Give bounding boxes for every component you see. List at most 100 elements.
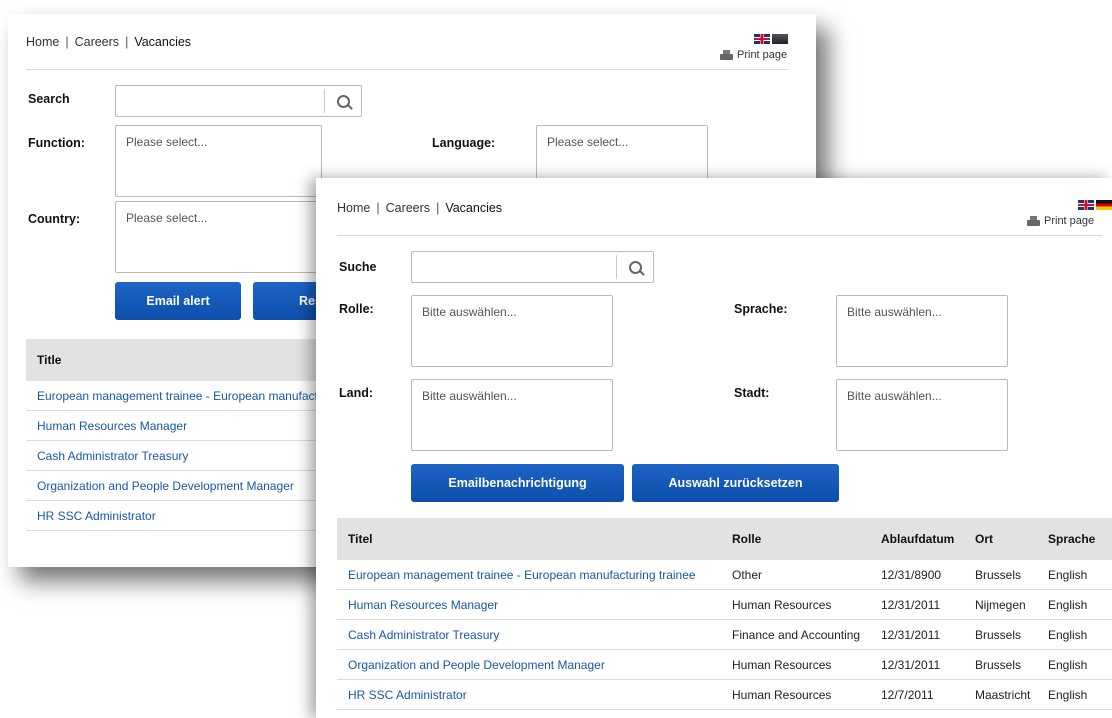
table-row: European management trainee - European m… [337, 560, 1112, 590]
cell-ablaufdatum: 12/31/2011 [881, 657, 941, 672]
vacancy-link[interactable]: HR SSC Administrator [37, 509, 156, 523]
cell-ort: Maastricht [964, 679, 1037, 710]
cell-ablaufdatum: 12/7/2011 [881, 687, 934, 702]
german-flag-icon[interactable] [1096, 200, 1112, 210]
cell-ablaufdatum: 12/31/2011 [881, 597, 941, 612]
vacancy-link[interactable]: Human Resources Manager [348, 598, 498, 612]
rolle-select[interactable]: Bitte auswählen... [411, 295, 613, 367]
column-titel[interactable]: Titel [337, 518, 721, 560]
vacancy-link[interactable]: Organization and People Development Mana… [348, 658, 605, 672]
function-select[interactable]: Please select... [115, 125, 322, 197]
breadcrumb: Home | Careers | Vacancies [26, 35, 192, 49]
vacancy-link[interactable]: Human Resources Manager [37, 419, 187, 433]
cell-rolle: Other [721, 560, 870, 590]
breadcrumb-vacancies: Vacancies [134, 35, 192, 49]
breadcrumb-home[interactable]: Home [337, 201, 370, 215]
email-alert-button[interactable]: Emailbenachrichtigung [411, 464, 624, 502]
breadcrumb-vacancies: Vacancies [445, 201, 503, 215]
cell-rolle: Human Resources [732, 657, 832, 672]
cell-ablaufdatum: 12/31/8900 [881, 567, 942, 582]
print-page-link[interactable]: Print page [1027, 215, 1094, 227]
cell-titel: HR SSC Administrator [337, 679, 721, 710]
vacancy-link[interactable]: Cash Administrator Treasury [348, 628, 499, 642]
cell-sprache: English [1048, 597, 1088, 612]
vacancy-link[interactable]: HR SSC Administrator [348, 688, 467, 702]
language-flag-icon[interactable] [772, 34, 788, 44]
breadcrumb-home[interactable]: Home [26, 35, 59, 49]
print-page-link[interactable]: Print page [720, 49, 787, 61]
cell-sprache: English [1048, 627, 1088, 642]
cell-sprache: English [1048, 687, 1088, 702]
breadcrumb-careers[interactable]: Careers [75, 35, 119, 49]
land-select[interactable]: Bitte auswählen... [411, 379, 613, 451]
cell-ort: Nijmegen [975, 597, 1026, 612]
cell-rolle: Human Resources [721, 589, 870, 620]
reset-selection-button[interactable]: Auswahl zurücksetzen [632, 464, 839, 502]
breadcrumb-careers[interactable]: Careers [386, 201, 430, 215]
cell-ablaufdatum: 12/31/8900 [870, 560, 964, 590]
printer-icon [1027, 216, 1040, 226]
cell-ort: Maastricht [975, 687, 1031, 702]
divider [26, 69, 788, 70]
print-page-label: Print page [737, 49, 788, 61]
cell-titel: European management trainee - European m… [337, 560, 721, 590]
search-icon [628, 260, 642, 274]
stadt-label: Stadt: [734, 386, 770, 400]
uk-flag-icon[interactable] [754, 34, 770, 44]
cell-ort: Brussels [964, 619, 1037, 650]
vacancy-link[interactable]: European management trainee - European m… [348, 568, 696, 582]
vacancy-link[interactable]: Organization and People Development Mana… [37, 479, 294, 493]
cell-sprache: English [1037, 560, 1112, 590]
cell-sprache: English [1037, 649, 1112, 680]
country-select[interactable]: Please select... [115, 201, 322, 273]
search-button[interactable] [324, 89, 361, 113]
sprache-label: Sprache: [734, 302, 788, 316]
cell-ablaufdatum: 12/31/2011 [881, 627, 941, 642]
search-label: Search [28, 92, 70, 106]
cell-ort: Brussels [975, 567, 1022, 582]
table-row: Human Resources Manager Human Resources 12… [337, 589, 1112, 620]
search-label: Suche [339, 260, 377, 274]
search-input[interactable] [411, 251, 654, 283]
cell-rolle: Other [732, 567, 763, 582]
function-label: Function: [28, 136, 85, 150]
cell-rolle: Human Resources [732, 687, 832, 702]
table-row: HR SSC Administrator Human Resources 12/7/… [337, 679, 1112, 710]
cell-ort: Brussels [964, 649, 1037, 680]
vacancy-link[interactable]: Cash Administrator Treasury [37, 449, 188, 463]
cell-rolle: Human Resources [721, 679, 870, 710]
cell-sprache: English [1037, 589, 1112, 620]
german-vacancies-window: Home | Careers | Vacancies Print page Suche … [316, 178, 1112, 718]
cell-sprache: English [1048, 657, 1088, 672]
cell-ort: Brussels [964, 560, 1037, 590]
email-alert-button[interactable]: Email alert [115, 282, 241, 320]
land-label: Land: [339, 386, 374, 400]
country-label: Country: [28, 212, 81, 226]
printer-icon [720, 50, 733, 60]
cell-rolle: Human Resources [732, 597, 832, 612]
search-icon [336, 94, 350, 108]
column-ablaufdatum[interactable]: Ablaufdatum [870, 518, 964, 560]
cell-ablaufdatum: 12/31/2011 [870, 589, 964, 620]
vacancies-table: Titel Rolle Ablaufdatum Ort Sprache Euro… [337, 518, 1112, 710]
print-page-label: Print page [1044, 215, 1095, 227]
search-input[interactable] [115, 85, 362, 117]
cell-sprache: English [1048, 567, 1088, 582]
divider [337, 235, 1102, 236]
column-sprache[interactable]: Sprache [1037, 518, 1112, 560]
cell-rolle: Human Resources [721, 649, 870, 680]
table-row: Organization and People Development Mana… [337, 649, 1112, 680]
stadt-select[interactable]: Bitte auswählen... [836, 379, 1008, 451]
cell-ort: Brussels [975, 627, 1022, 642]
cell-rolle: Finance and Accounting [721, 619, 870, 650]
column-ort[interactable]: Ort [964, 518, 1037, 560]
sprache-select[interactable]: Bitte auswählen... [836, 295, 1008, 367]
cell-ablaufdatum: 12/7/2011 [870, 679, 964, 710]
table-row: Cash Administrator Treasury Finance and A… [337, 619, 1112, 650]
column-rolle[interactable]: Rolle [721, 518, 870, 560]
search-button[interactable] [616, 255, 653, 279]
cell-sprache: English [1037, 679, 1112, 710]
rolle-label: Rolle: [339, 302, 374, 316]
uk-flag-icon[interactable] [1078, 200, 1094, 210]
cell-ablaufdatum: 12/31/2011 [870, 619, 964, 650]
